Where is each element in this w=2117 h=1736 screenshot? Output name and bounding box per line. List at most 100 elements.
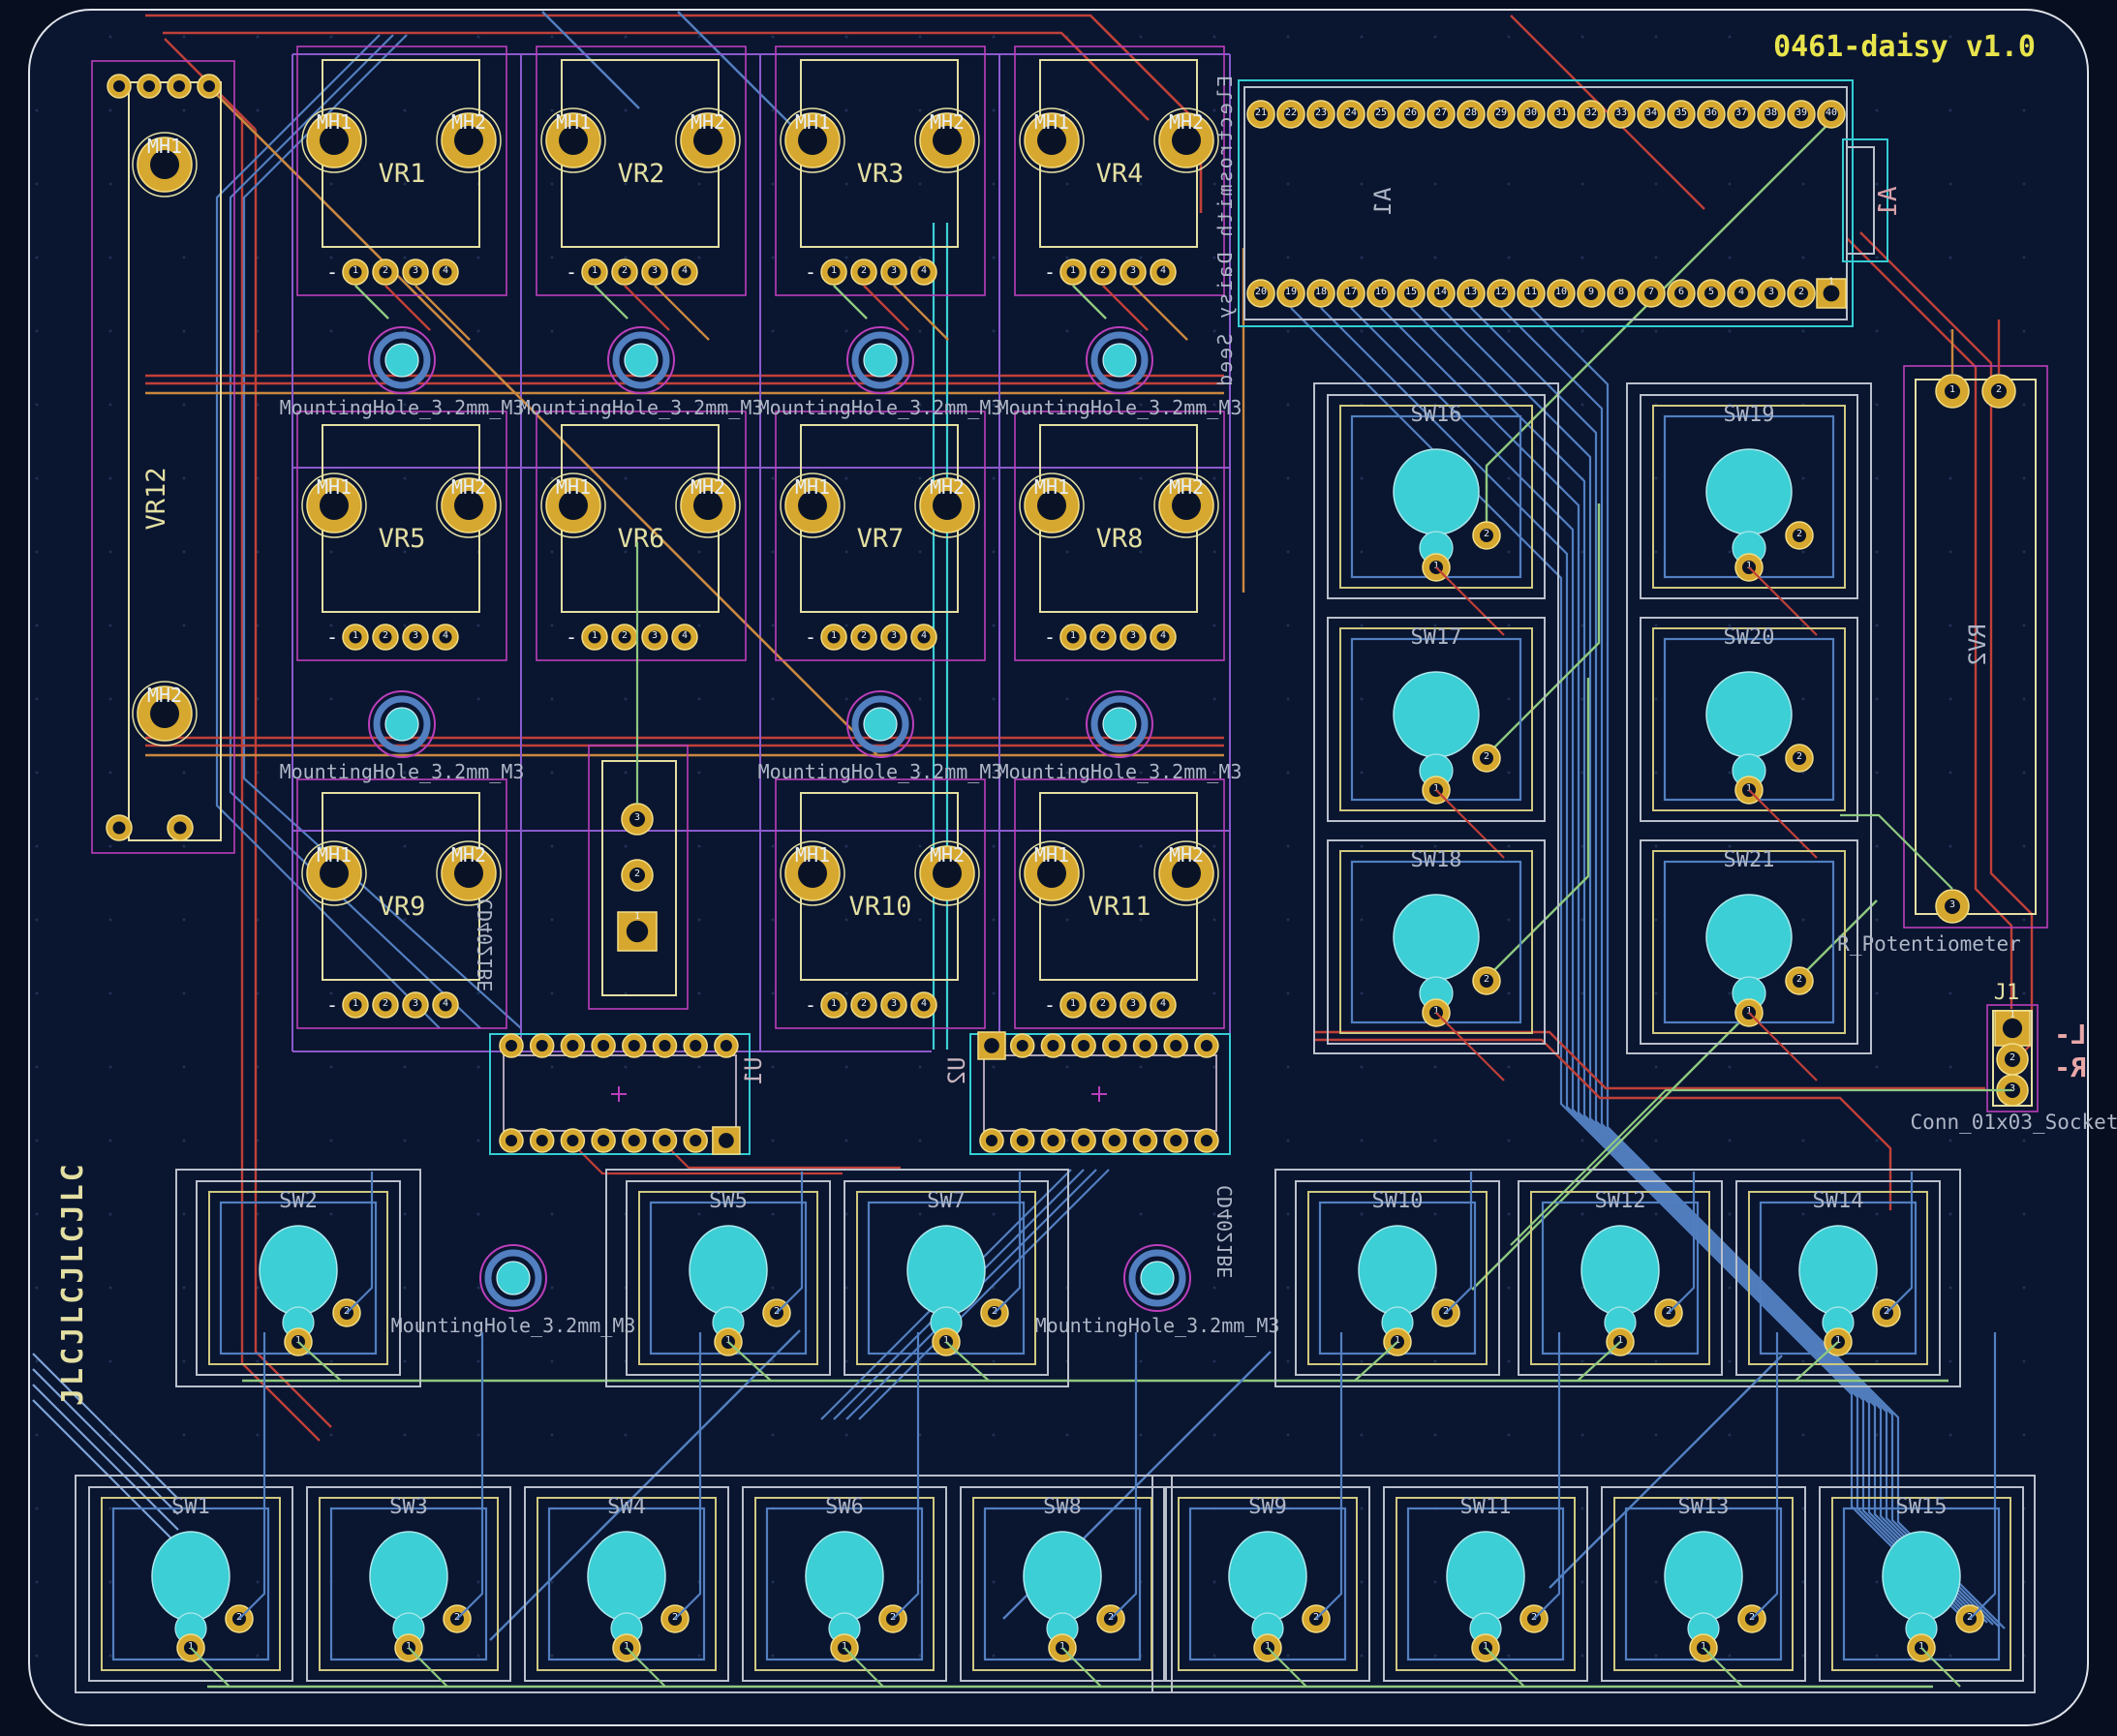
mounting-hole-label: MountingHole_3.2mm_M3	[280, 396, 525, 419]
rv2-value: R_Potentiometer	[1837, 932, 2021, 956]
pad-number: 1	[831, 265, 837, 276]
switch-cutout	[1394, 672, 1479, 757]
pad-hole	[113, 80, 125, 92]
pad-number: 3	[413, 998, 418, 1009]
vr-ref-label: VR12	[141, 467, 171, 530]
pad-hole	[506, 1040, 517, 1051]
pad-number: 6	[1678, 287, 1684, 297]
mh-label: MH2	[1169, 110, 1204, 134]
pad-number: 2	[1100, 998, 1106, 1009]
switch-cutout	[1024, 1532, 1101, 1621]
switch-cutout	[1706, 895, 1792, 980]
pad-number: 31	[1555, 107, 1567, 118]
daisy-seed-silk-text: Electrosmith Daisy Seed	[1213, 76, 1237, 388]
switch-ref-label: SW10	[1372, 1189, 1424, 1213]
switch-cutout	[1665, 1532, 1742, 1621]
pad-number: 2	[1484, 529, 1489, 539]
pad-number: 1	[1949, 384, 1955, 395]
pad-number: 2	[383, 630, 388, 641]
switch-ref-label: SW8	[1043, 1495, 1082, 1519]
vr-ref-label: VR9	[379, 892, 426, 922]
pad-number: 17	[1345, 287, 1357, 297]
switch-cutout	[152, 1532, 230, 1621]
minus-mark: -	[326, 625, 338, 649]
switch-cutout	[1581, 1226, 1659, 1315]
pad-hole	[537, 1040, 548, 1051]
pad-hole	[660, 1040, 671, 1051]
pad-number: 13	[1465, 287, 1477, 297]
mh-label: MH1	[1034, 110, 1069, 134]
pad-number: 27	[1435, 107, 1447, 118]
pad-number: 2	[383, 998, 388, 1009]
minus-mark: -	[805, 993, 816, 1017]
pad-number: 1	[592, 630, 598, 641]
pad-number: 35	[1675, 107, 1687, 118]
pad-number: 30	[1525, 107, 1537, 118]
vr-ref-label: VR6	[618, 524, 665, 554]
pad-hole	[1078, 1135, 1089, 1146]
pad-number: 29	[1495, 107, 1507, 118]
mh-label: MH2	[451, 843, 486, 867]
mounting-hole-label: MountingHole_3.2mm_M3	[391, 1314, 636, 1337]
pad-number: 3	[891, 998, 897, 1009]
pad-number: 24	[1345, 107, 1357, 118]
mh-label: MH1	[147, 135, 182, 158]
pad-number: 20	[1255, 287, 1267, 297]
pad-hole	[598, 1040, 609, 1051]
pad-number: 18	[1315, 287, 1327, 297]
rv2-ref: RV2	[1964, 624, 1991, 665]
pad-number: 4	[682, 265, 688, 276]
j1-value: Conn_01x03_Socket	[1911, 1111, 2117, 1134]
switch-cutout	[370, 1532, 447, 1621]
switch-ref-label: SW5	[709, 1189, 748, 1213]
pad-hole	[1109, 1135, 1120, 1146]
mh-label: MH2	[1169, 475, 1204, 499]
mh-label: MH2	[690, 475, 725, 499]
pad-number: 3	[652, 265, 658, 276]
switch-ref-label: SW13	[1678, 1495, 1730, 1519]
pad-number: 3	[1130, 630, 1136, 641]
pad-number: 3	[2010, 1083, 2015, 1094]
switch-cutout	[260, 1226, 337, 1315]
a1-ref-notch: A1	[1874, 186, 1903, 216]
pad-hole	[598, 1135, 609, 1146]
drill-hole	[1103, 708, 1136, 741]
pad-number: 1	[1828, 276, 1834, 287]
pad-hole	[1170, 1040, 1181, 1051]
pcb-drawing: MH1MH2VR1-1234MH1MH2VR2-1234MH1MH2VR3-12…	[0, 0, 2117, 1736]
switch-cutout	[1359, 1226, 1436, 1315]
switch-cutout	[1394, 895, 1479, 980]
pad-hole	[1017, 1040, 1028, 1051]
pad-hole	[1824, 286, 1840, 302]
pad-number: 9	[1588, 287, 1594, 297]
switch-ref-label: SW21	[1724, 848, 1775, 872]
mh-label: MH2	[930, 110, 965, 134]
pad-hole	[1078, 1040, 1089, 1051]
pad-hole	[203, 80, 215, 92]
net-label-left: L-	[2054, 1019, 2087, 1051]
mh-label: MH1	[1034, 475, 1069, 499]
pad-number: 25	[1375, 107, 1387, 118]
pad-number: 37	[1735, 107, 1747, 118]
pad-hole	[567, 1040, 578, 1051]
drill-hole	[864, 344, 897, 377]
mh-label: MH1	[795, 110, 830, 134]
drill-hole	[1141, 1262, 1174, 1294]
minus-mark: -	[805, 260, 816, 284]
pad-hole	[984, 1038, 999, 1053]
pad-number: 5	[1708, 287, 1714, 297]
pad-hole	[1201, 1040, 1212, 1051]
mounting-hole-label: MountingHole_3.2mm_M3	[519, 396, 764, 419]
pad-number: 4	[443, 630, 448, 641]
pad-number: 3	[891, 630, 897, 641]
pad-number: 8	[1618, 287, 1624, 297]
switch-ref-label: SW9	[1248, 1495, 1287, 1519]
pad-number: 40	[1826, 107, 1837, 118]
pad-number: 33	[1615, 107, 1627, 118]
a1-ref-center: A1	[1369, 188, 1396, 216]
pad-number: 4	[1160, 265, 1166, 276]
pad-number: 1	[634, 911, 640, 922]
pad-hole	[174, 822, 187, 835]
minus-mark: -	[566, 625, 577, 649]
pad-number: 4	[1160, 998, 1166, 1009]
